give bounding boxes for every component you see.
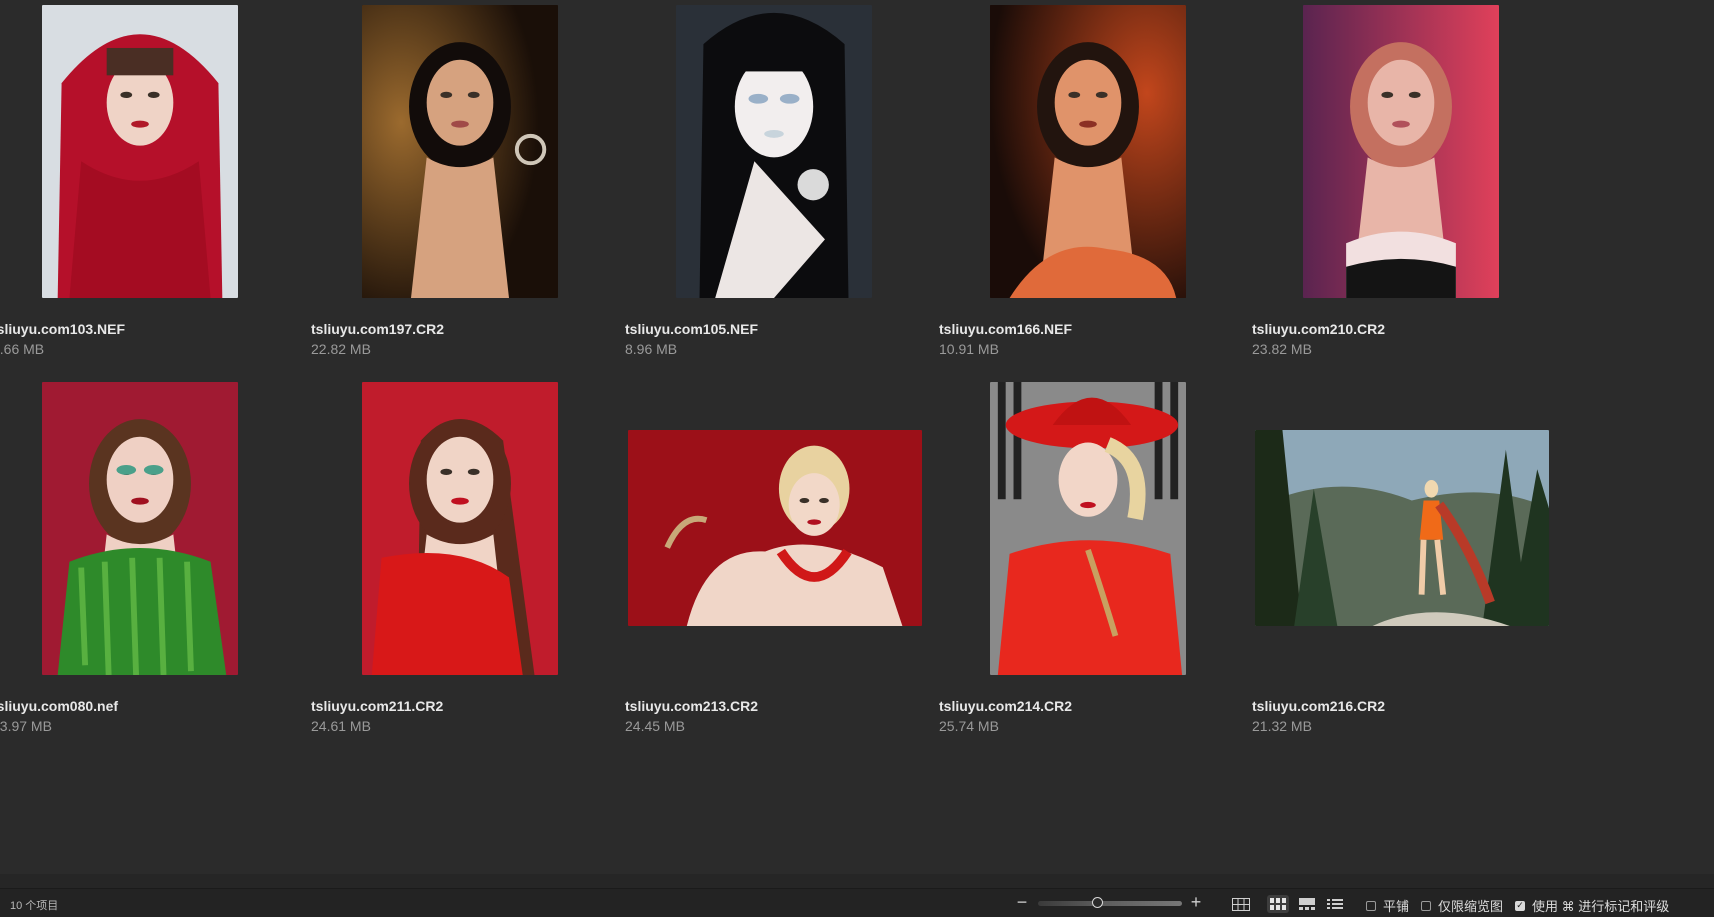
thumbnails-only-option[interactable]: 仅限缩览图 (1421, 896, 1503, 915)
file-name: tsliuyu.com103.NEF (0, 321, 126, 337)
file-name: tsliuyu.com211.CR2 (311, 698, 444, 714)
file-name: tsliuyu.com216.CR2 (1252, 698, 1386, 714)
thumbnail-item[interactable]: tsliuyu.com211.CR2 24.61 MB (311, 377, 643, 777)
photo-image (676, 5, 872, 298)
item-count: 10 个项目 (10, 900, 59, 912)
thumbnail-item[interactable]: tsliuyu.com080.nef 33.97 MB (0, 377, 323, 777)
filmstrip-icon (1299, 898, 1315, 910)
photo-image (42, 5, 238, 298)
photo-image (628, 430, 922, 626)
file-size: 9.66 MB (0, 341, 45, 357)
thumbnail-grid: tsliuyu.com103.NEF 9.66 MB tsliuyu.com197… (0, 0, 1714, 874)
photo-thumbnail[interactable] (42, 5, 238, 298)
filmstrip-view-button[interactable] (1296, 895, 1318, 913)
thumbnail-item[interactable]: tsliuyu.com216.CR2 21.32 MB (1252, 377, 1584, 777)
command-rating-label: 使用 ⌘ 进行标记和评级 (1532, 899, 1670, 914)
file-size: 8.96 MB (625, 341, 678, 357)
photo-thumbnail[interactable] (362, 382, 558, 675)
photo-image (42, 382, 238, 675)
tile-option[interactable]: 平铺 (1366, 896, 1409, 915)
file-size: 21.32 MB (1252, 718, 1312, 734)
tile-label: 平铺 (1383, 899, 1410, 914)
photo-image (362, 382, 558, 675)
photo-image (990, 382, 1186, 675)
file-size: 33.97 MB (0, 718, 52, 734)
zoom-out-button[interactable]: − (1013, 892, 1031, 912)
zoom-in-button[interactable]: + (1187, 892, 1205, 912)
large-grid-view-button[interactable] (1230, 895, 1252, 913)
photo-image (1303, 5, 1499, 298)
photo-thumbnail[interactable] (1303, 5, 1499, 298)
thumbnail-item[interactable]: tsliuyu.com166.NEF 10.91 MB (939, 0, 1271, 400)
list-view-button[interactable] (1324, 895, 1346, 913)
status-bar: 10 个项目 − + 平铺 仅限缩览图 ✓ 使用 ⌘ 进行标记和评级 (0, 888, 1714, 917)
zoom-slider-knob[interactable] (1092, 897, 1104, 908)
thumbnails-only-checkbox[interactable] (1421, 900, 1431, 911)
thumbnail-item[interactable]: tsliuyu.com213.CR2 24.45 MB (625, 377, 957, 777)
command-rating-checkbox[interactable]: ✓ (1515, 900, 1525, 911)
file-name: tsliuyu.com214.CR2 (939, 698, 1073, 714)
list-icon (1327, 899, 1343, 909)
grid-icon (1270, 898, 1286, 910)
photo-thumbnail[interactable] (628, 430, 922, 626)
thumbnail-item[interactable]: tsliuyu.com197.CR2 22.82 MB (311, 0, 643, 400)
file-size: 24.45 MB (625, 718, 685, 734)
grid-view-button[interactable] (1267, 895, 1289, 913)
photo-thumbnail[interactable] (676, 5, 872, 298)
thumbnails-only-label: 仅限缩览图 (1438, 899, 1504, 914)
photo-thumbnail[interactable] (362, 5, 558, 298)
photo-image (362, 5, 558, 298)
zoom-slider[interactable] (1038, 901, 1182, 906)
thumbnail-item[interactable]: tsliuyu.com103.NEF 9.66 MB (0, 0, 323, 400)
file-size: 24.61 MB (311, 718, 371, 734)
large-grid-icon (1232, 897, 1250, 911)
thumbnail-item[interactable]: tsliuyu.com105.NEF 8.96 MB (625, 0, 957, 400)
photo-browser-window: tsliuyu.com103.NEF 9.66 MB tsliuyu.com197… (0, 0, 1714, 917)
thumbnail-item[interactable]: tsliuyu.com214.CR2 25.74 MB (939, 377, 1271, 777)
photo-thumbnail[interactable] (42, 382, 238, 675)
file-name: tsliuyu.com080.nef (0, 698, 119, 714)
file-name: tsliuyu.com213.CR2 (625, 698, 759, 714)
file-name: tsliuyu.com105.NEF (625, 321, 759, 337)
photo-image (1255, 430, 1549, 626)
file-size: 23.82 MB (1252, 341, 1312, 357)
tile-checkbox[interactable] (1366, 900, 1376, 911)
file-name: tsliuyu.com197.CR2 (311, 321, 445, 337)
file-size: 25.74 MB (939, 718, 999, 734)
file-name: tsliuyu.com210.CR2 (1252, 321, 1386, 337)
photo-thumbnail[interactable] (1255, 430, 1549, 626)
file-size: 22.82 MB (311, 341, 371, 357)
photo-thumbnail[interactable] (990, 5, 1186, 298)
photo-image (990, 5, 1186, 298)
command-rating-option[interactable]: ✓ 使用 ⌘ 进行标记和评级 (1515, 896, 1669, 915)
file-size: 10.91 MB (939, 341, 999, 357)
grid-bottom-margin (0, 874, 1714, 888)
thumbnail-item[interactable]: tsliuyu.com210.CR2 23.82 MB (1252, 0, 1584, 400)
photo-thumbnail[interactable] (990, 382, 1186, 675)
file-name: tsliuyu.com166.NEF (939, 321, 1073, 337)
